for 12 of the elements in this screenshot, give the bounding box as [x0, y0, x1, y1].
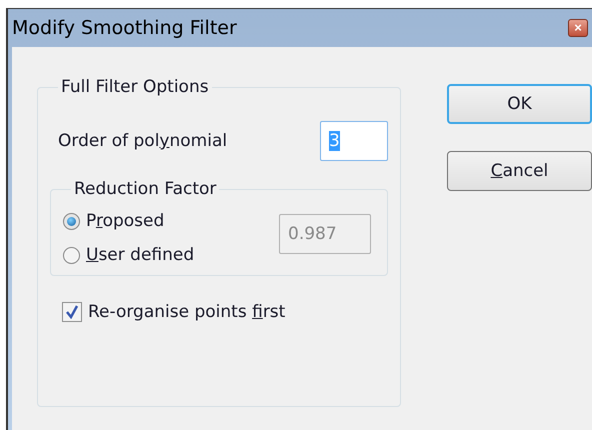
ok-button[interactable]: OK [447, 84, 592, 124]
radio-label[interactable]: Proposed [86, 211, 164, 231]
radio-button[interactable] [63, 212, 80, 230]
group-title: Full Filter Options [60, 77, 210, 97]
cancel-button[interactable]: Cancel [447, 151, 592, 191]
checkbox-label[interactable]: Re-organise points first [88, 302, 286, 322]
group-title: Reduction Factor [73, 179, 218, 199]
order-label: Order of polynomial [58, 131, 228, 151]
radio-label[interactable]: User defined [86, 245, 194, 265]
window-title: Modify Smoothing Filter [12, 17, 237, 39]
checkbox[interactable] [62, 302, 82, 322]
radio-button[interactable] [63, 246, 80, 264]
